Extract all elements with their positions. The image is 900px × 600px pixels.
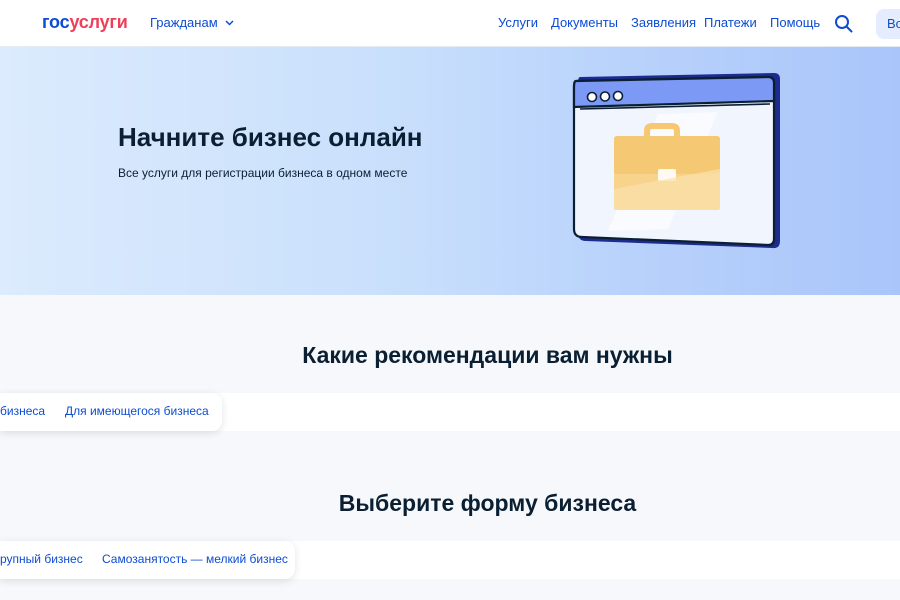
browser-briefcase-illustration [572,73,780,249]
hero-title: Начните бизнес онлайн [118,122,423,152]
nav-services[interactable]: Услуги [498,15,538,30]
audience-dropdown[interactable]: Гражданам [150,15,234,30]
gosuslugi-logo[interactable]: госуслуги [42,12,128,33]
logo-part-gos: гос [42,12,70,32]
chevron-down-icon [225,19,234,26]
hero-banner: Начните бизнес онлайн Все услуги для рег… [0,47,900,295]
business-form-title: Выберите форму бизнеса [338,490,637,516]
nav-applications[interactable]: Заявления [631,15,696,30]
tab-existing-business[interactable]: Для имеющегося бизнеса [65,404,209,418]
nav-help[interactable]: Помощь [770,15,820,30]
search-icon[interactable] [834,14,853,33]
nav-documents[interactable]: Документы [551,15,618,30]
tab-new-business[interactable]: бизнеса [0,404,45,418]
top-header: госуслуги Гражданам Услуги Документы Зая… [0,0,900,47]
recommendations-tabs: бизнеса Для имеющегося бизнеса [0,393,900,431]
recommendations-title: Какие рекомендации вам нужны [302,342,673,368]
business-form-tabs: рупный бизнес Самозанятость — мелкий биз… [0,541,900,579]
recommendations-tabs-pill: бизнеса Для имеющегося бизнеса [0,393,222,431]
tab-large-business[interactable]: рупный бизнес [0,552,83,566]
business-form-tabs-pill: рупный бизнес Самозанятость — мелкий биз… [0,541,295,579]
tab-self-employment[interactable]: Самозанятость — мелкий бизнес [102,552,288,566]
login-button[interactable]: Войти [876,9,900,39]
hero-subtitle: Все услуги для регистрации бизнеса в одн… [118,166,408,180]
audience-label: Гражданам [150,15,218,30]
logo-part-uslugi: услуги [69,12,128,32]
nav-payments[interactable]: Платежи [704,15,757,30]
